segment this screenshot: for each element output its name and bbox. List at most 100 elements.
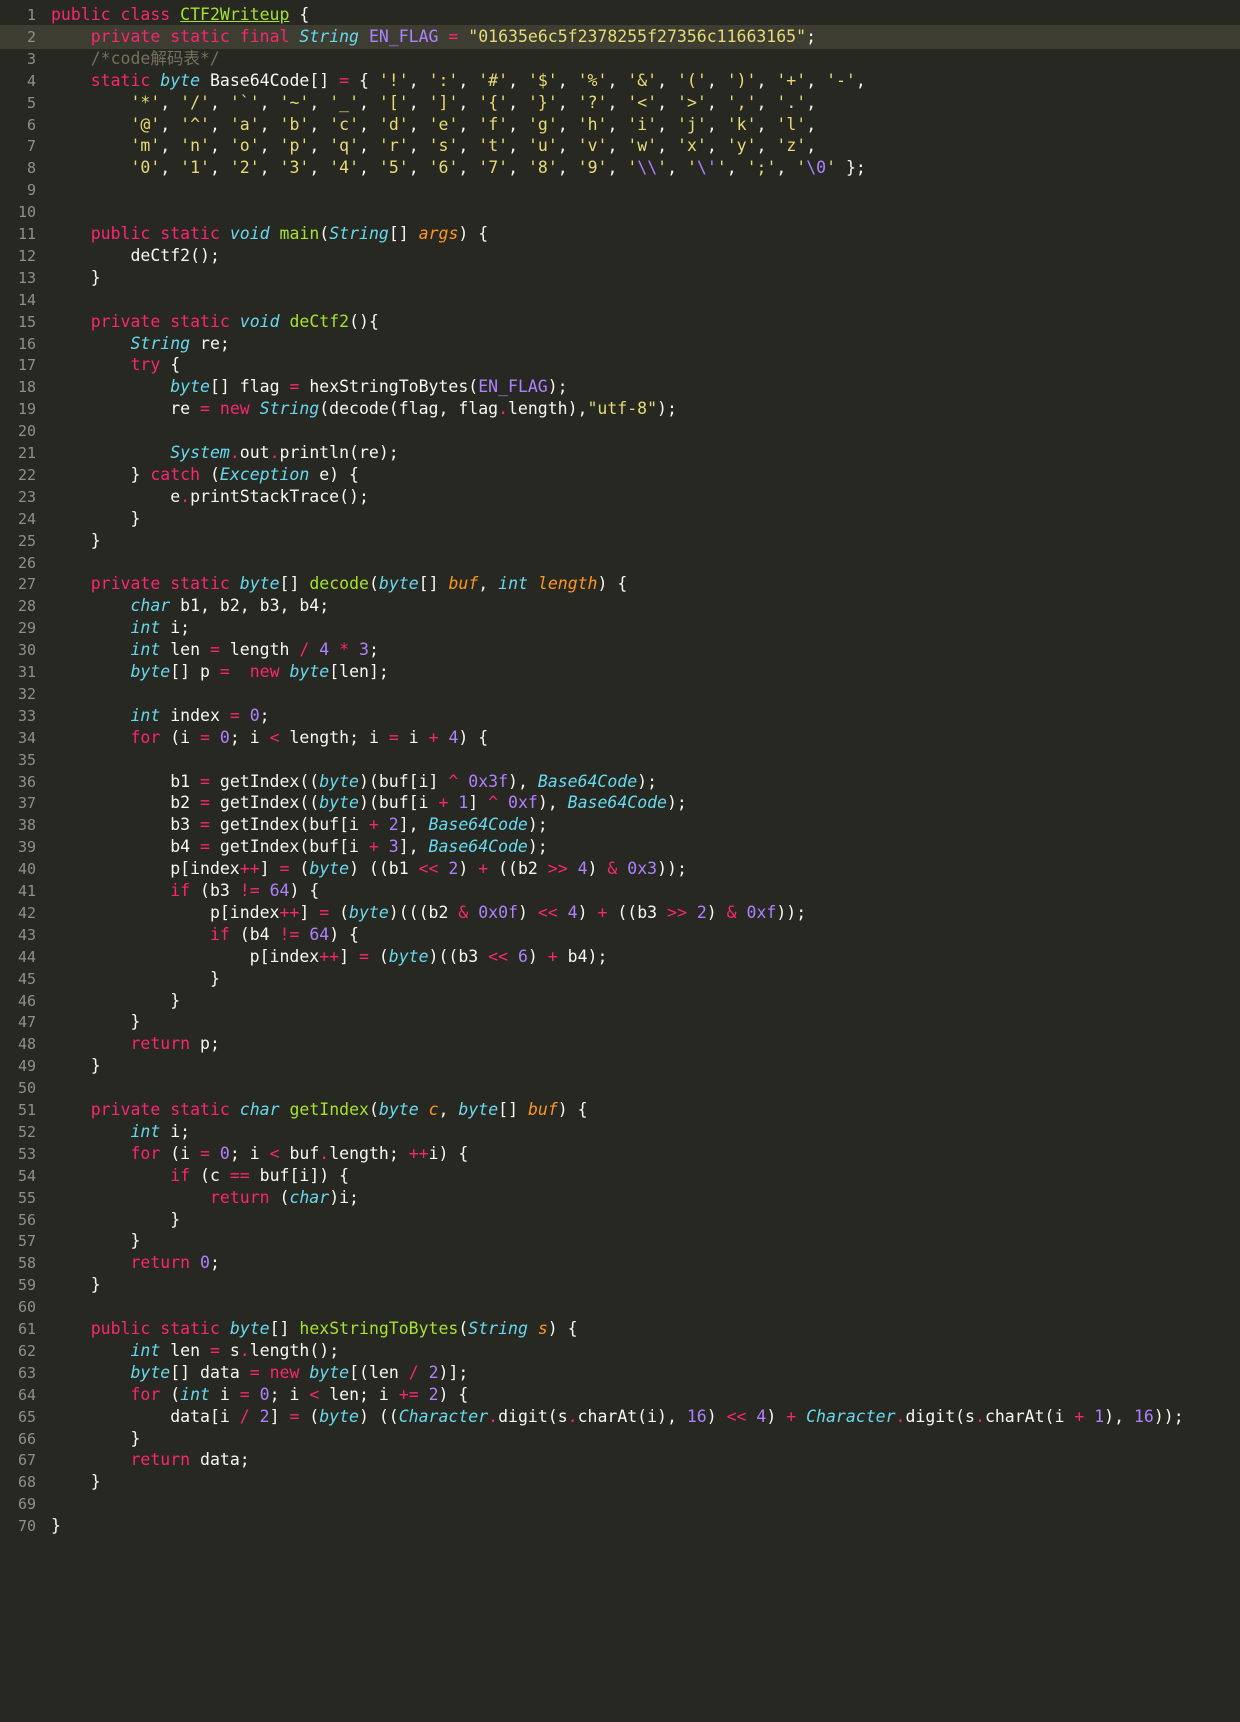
code-line[interactable]: 68 }	[0, 1470, 1240, 1494]
code-line[interactable]: 39 b4 = getIndex(buf[i + 3], Base64Code)…	[0, 835, 1240, 859]
code-token: []	[498, 1100, 528, 1119]
code-line[interactable]: 58 return 0;	[0, 1251, 1240, 1275]
code-line[interactable]: 50	[0, 1076, 1240, 1100]
code-line[interactable]: 49 }	[0, 1054, 1240, 1078]
code-token: final	[239, 26, 290, 46]
code-text: char b1, b2, b3, b4;	[51, 594, 329, 618]
code-line[interactable]: 35	[0, 748, 1240, 772]
code-line[interactable]: 55 return (char)i;	[0, 1186, 1240, 1210]
code-token: i	[398, 727, 429, 747]
code-line[interactable]: 2 private static final String EN_FLAG = …	[0, 24, 1240, 49]
code-editor[interactable]: 1 public class CTF2Writeup {2 private sta…	[0, 0, 1240, 1722]
code-line[interactable]: 30 int len = length / 4 * 3;	[0, 638, 1240, 662]
code-line[interactable]: 41 if (b3 != 64) {	[0, 879, 1240, 903]
code-token: ,	[806, 70, 827, 90]
code-text: public static void main(String[] args) {	[51, 222, 488, 246]
code-line[interactable]: 10	[0, 200, 1240, 224]
code-line[interactable]: 8 '0', '1', '2', '3', '4', '5', '6', '7'…	[0, 156, 1240, 180]
code-line[interactable]: 27 private static byte[] decode(byte[] b…	[0, 572, 1240, 596]
code-line[interactable]: 23 e.printStackTrace();	[0, 485, 1240, 509]
code-line[interactable]: 25 }	[0, 529, 1240, 553]
code-token: =	[279, 859, 290, 879]
code-line[interactable]: 51 private static char getIndex(byte c, …	[0, 1098, 1240, 1122]
code-line[interactable]: 12 deCtf2();	[0, 244, 1240, 268]
code-line[interactable]: 17 try {	[0, 353, 1240, 377]
code-line[interactable]: 4 static byte Base64Code[] = { '!', ':',…	[0, 69, 1240, 93]
code-token: '?'	[577, 92, 608, 112]
code-line[interactable]: 40 p[index++] = (byte) ((b1 << 2) + ((b2…	[0, 857, 1240, 881]
code-line[interactable]: 22 } catch (Exception e) {	[0, 463, 1240, 487]
code-token: 0xf	[746, 902, 777, 922]
code-line[interactable]: 18 byte[] flag = hexStringToBytes(EN_FLA…	[0, 375, 1240, 399]
code-line[interactable]: 6 '@', '^', 'a', 'b', 'c', 'd', 'e', 'f'…	[0, 113, 1240, 137]
code-line[interactable]: 46 }	[0, 989, 1240, 1013]
code-line[interactable]: 52 int i;	[0, 1120, 1240, 1144]
code-line[interactable]: 19 re = new String(decode(flag, flag.len…	[0, 397, 1240, 421]
code-line[interactable]: 7 'm', 'n', 'o', 'p', 'q', 'r', 's', 't'…	[0, 134, 1240, 158]
code-line[interactable]: 62 int len = s.length();	[0, 1339, 1240, 1363]
code-token: int	[130, 1340, 161, 1360]
code-line[interactable]: 28 char b1, b2, b3, b4;	[0, 594, 1240, 618]
code-token: ,	[607, 92, 628, 112]
code-line[interactable]: 9	[0, 178, 1240, 202]
code-line[interactable]: 20	[0, 419, 1240, 443]
code-line[interactable]: 11 public static void main(String[] args…	[0, 222, 1240, 246]
code-line[interactable]: 48 return p;	[0, 1032, 1240, 1056]
code-line[interactable]: 64 for (int i = 0; i < len; i += 2) {	[0, 1383, 1240, 1407]
code-line[interactable]: 31 byte[] p = new byte[len];	[0, 660, 1240, 684]
code-line[interactable]: 54 if (c == buf[i]) {	[0, 1164, 1240, 1188]
code-line[interactable]: 13 }	[0, 266, 1240, 290]
code-line[interactable]: 26	[0, 551, 1240, 575]
code-line[interactable]: 42 p[index++] = (byte)(((b2 & 0x0f) << 4…	[0, 901, 1240, 925]
code-line[interactable]: 57 }	[0, 1229, 1240, 1253]
code-line[interactable]: 44 p[index++] = (byte)((b3 << 6) + b4);	[0, 945, 1240, 969]
code-line[interactable]: 43 if (b4 != 64) {	[0, 923, 1240, 947]
code-line[interactable]: 34 for (i = 0; i < length; i = i + 4) {	[0, 726, 1240, 750]
code-line[interactable]: 65 data[i / 2] = (byte) ((Character.digi…	[0, 1405, 1240, 1429]
code-token: length; i	[279, 727, 389, 747]
code-line[interactable]: 45 }	[0, 967, 1240, 991]
code-token: ,	[557, 136, 578, 156]
code-token: };	[836, 158, 866, 178]
code-line[interactable]: 32	[0, 682, 1240, 706]
code-line[interactable]: 33 int index = 0;	[0, 704, 1240, 728]
code-line[interactable]: 15 private static void deCtf2(){	[0, 310, 1240, 334]
code-line[interactable]: 1 public class CTF2Writeup {	[0, 3, 1240, 27]
code-line[interactable]: 67 return data;	[0, 1448, 1240, 1472]
code-text: /*code解码表*/	[51, 47, 220, 71]
code-token: '~'	[279, 92, 310, 112]
code-token: ,	[776, 158, 797, 178]
code-line[interactable]: 59 }	[0, 1273, 1240, 1297]
code-line[interactable]: 14	[0, 288, 1240, 312]
code-line[interactable]: 24 }	[0, 507, 1240, 531]
code-line[interactable]: 70}	[0, 1514, 1240, 1538]
code-line[interactable]: 60	[0, 1295, 1240, 1319]
code-line[interactable]: 3 /*code解码表*/	[0, 47, 1240, 71]
code-line[interactable]: 63 byte[] data = new byte[(len / 2)];	[0, 1361, 1240, 1385]
code-line[interactable]: 21 System.out.println(re);	[0, 441, 1240, 465]
code-line[interactable]: 16 String re;	[0, 332, 1240, 356]
code-line[interactable]: 69	[0, 1492, 1240, 1516]
code-line[interactable]: 47 }	[0, 1010, 1240, 1034]
code-token: =	[200, 837, 210, 857]
code-token: ,	[756, 136, 777, 156]
code-line[interactable]: 56 }	[0, 1208, 1240, 1232]
code-line[interactable]: 5 '*', '/', '`', '~', '_', '[', ']', '{'…	[0, 91, 1240, 115]
code-line[interactable]: 53 for (i = 0; i < buf.length; ++i) {	[0, 1142, 1240, 1166]
code-line[interactable]: 61 public static byte[] hexStringToBytes…	[0, 1317, 1240, 1341]
code-token: +	[478, 859, 489, 879]
code-token: hexStringToBytes	[299, 1319, 459, 1338]
code-line[interactable]: 36 b1 = getIndex((byte)(buf[i] ^ 0x3f), …	[0, 770, 1240, 794]
line-number: 32	[17, 684, 36, 703]
code-line[interactable]: 37 b2 = getIndex((byte)(buf[i + 1] ^ 0xf…	[0, 791, 1240, 815]
code-token: 'u'	[527, 136, 558, 156]
code-line[interactable]: 38 b3 = getIndex(buf[i + 2], Base64Code)…	[0, 813, 1240, 837]
code-line[interactable]: 29 int i;	[0, 616, 1240, 640]
code-line[interactable]: 66 }	[0, 1427, 1240, 1451]
